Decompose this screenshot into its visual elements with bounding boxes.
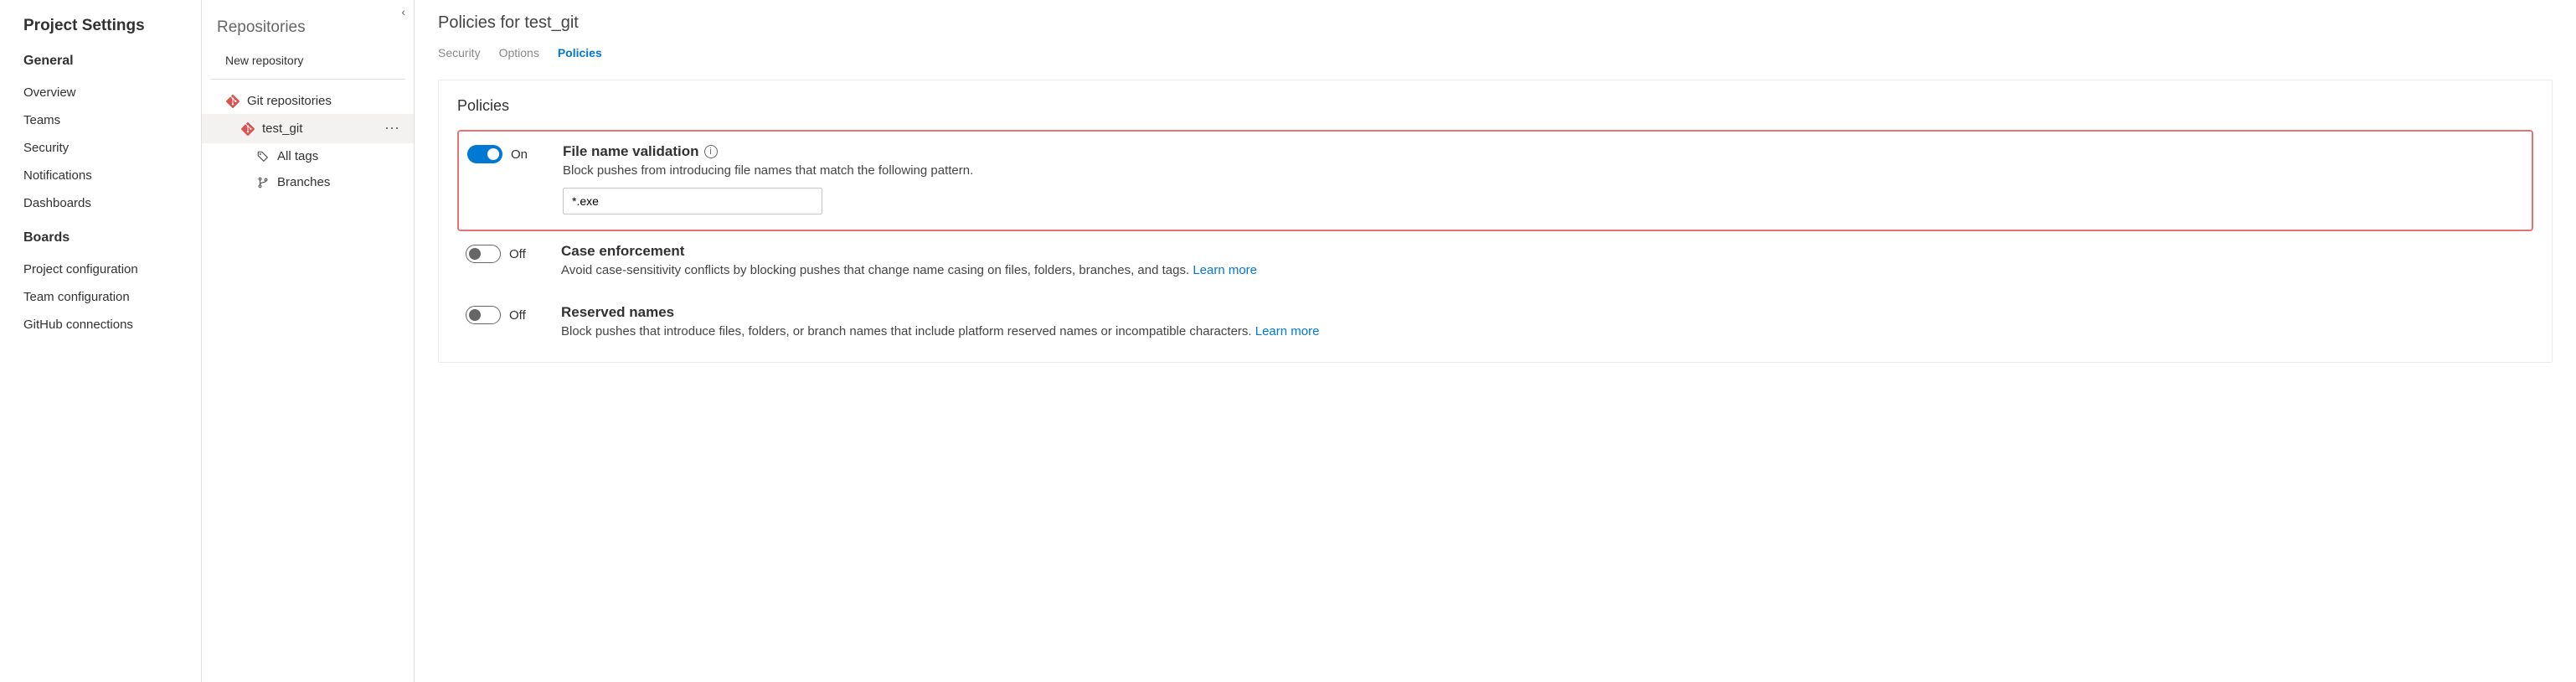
sidebar-section-general: General Overview Teams Security Notifica…: [23, 54, 201, 217]
tab-policies[interactable]: Policies: [558, 44, 602, 61]
new-repository-link[interactable]: New repository: [210, 49, 405, 80]
nav-team-configuration[interactable]: Team configuration: [23, 283, 201, 311]
tab-security[interactable]: Security: [438, 44, 481, 61]
policy-description: Block pushes from introducing file names…: [563, 163, 973, 178]
section-title-general: General: [23, 54, 201, 69]
learn-more-link[interactable]: Learn more: [1193, 263, 1257, 277]
repositories-panel: ‹ Repositories New repository Git reposi…: [201, 0, 415, 682]
tree-root-label: Git repositories: [247, 94, 407, 108]
policy-title: File name validation: [563, 143, 699, 160]
sidebar-title: Project Settings: [23, 17, 201, 35]
policy-file-name-validation: On File name validation i Block pushes f…: [457, 130, 2533, 231]
tree-repo-label: test_git: [262, 121, 378, 136]
policies-panel: Policies On File name validation i Block…: [438, 80, 2553, 363]
main-content: Policies for test_git Security Options P…: [415, 0, 2576, 682]
repo-tree: Git repositories test_git ⋯ All tags Bra…: [202, 80, 414, 195]
tag-icon: [254, 151, 272, 163]
toggle-file-name-validation[interactable]: [467, 145, 502, 163]
project-settings-sidebar: Project Settings General Overview Teams …: [0, 0, 201, 682]
repositories-title: Repositories: [202, 3, 414, 49]
nav-dashboards[interactable]: Dashboards: [23, 189, 201, 217]
tree-all-tags-label: All tags: [277, 149, 407, 163]
branch-icon: [254, 177, 272, 189]
tab-options[interactable]: Options: [499, 44, 539, 61]
toggle-state-label: Off: [509, 308, 526, 323]
tree-all-tags[interactable]: All tags: [202, 143, 414, 169]
page-title: Policies for test_git: [438, 13, 2553, 33]
info-icon[interactable]: i: [704, 145, 718, 158]
toggle-reserved-names[interactable]: [466, 306, 501, 324]
toggle-case-enforcement[interactable]: [466, 245, 501, 263]
policy-title: Case enforcement: [561, 243, 684, 260]
nav-notifications[interactable]: Notifications: [23, 162, 201, 189]
nav-teams[interactable]: Teams: [23, 106, 201, 134]
nav-project-configuration[interactable]: Project configuration: [23, 256, 201, 283]
nav-github-connections[interactable]: GitHub connections: [23, 311, 201, 338]
tabs: Security Options Policies: [438, 44, 2553, 61]
policy-reserved-names: Off Reserved names Block pushes that int…: [457, 292, 2533, 354]
nav-overview[interactable]: Overview: [23, 79, 201, 106]
tree-repo-test-git[interactable]: test_git ⋯: [202, 114, 414, 143]
nav-security[interactable]: Security: [23, 134, 201, 162]
tree-root-git-repositories[interactable]: Git repositories: [202, 88, 414, 114]
tree-branches[interactable]: Branches: [202, 169, 414, 195]
policy-title: Reserved names: [561, 304, 674, 321]
policy-description: Avoid case-sensitivity conflicts by bloc…: [561, 263, 1257, 277]
git-icon: [224, 95, 242, 108]
toggle-state-label: Off: [509, 247, 526, 261]
more-options-icon[interactable]: ⋯: [378, 120, 407, 137]
policy-description: Block pushes that introduce files, folde…: [561, 324, 1319, 338]
sidebar-section-boards: Boards Project configuration Team config…: [23, 230, 201, 338]
tree-branches-label: Branches: [277, 175, 407, 189]
section-title-boards: Boards: [23, 230, 201, 245]
panel-heading: Policies: [457, 97, 2533, 115]
learn-more-link[interactable]: Learn more: [1255, 324, 1320, 338]
policy-case-enforcement: Off Case enforcement Avoid case-sensitiv…: [457, 231, 2533, 292]
git-icon: [239, 122, 257, 136]
collapse-panel-icon[interactable]: ‹: [401, 5, 405, 18]
toggle-state-label: On: [511, 147, 528, 162]
file-name-pattern-input[interactable]: [563, 188, 822, 214]
